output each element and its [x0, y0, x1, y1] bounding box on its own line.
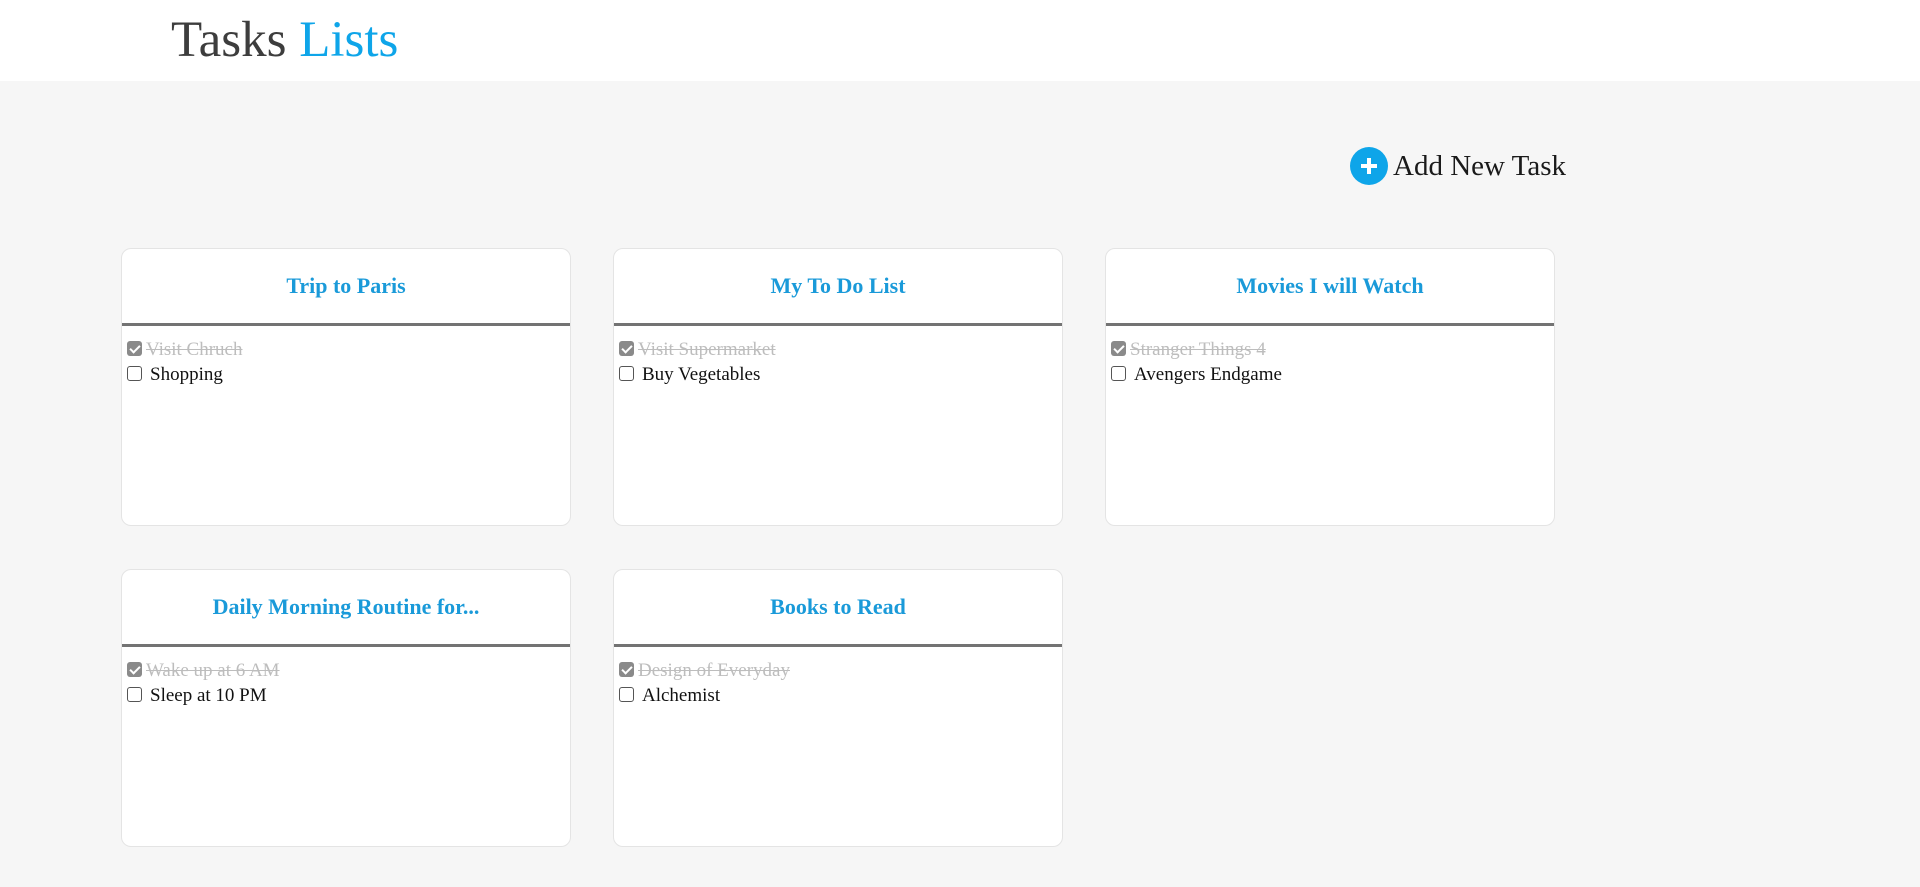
- task-item-done: Visit Supermarket: [619, 337, 1062, 362]
- card-title[interactable]: My To Do List: [770, 273, 905, 299]
- task-item-done: Visit Chruch: [127, 337, 570, 362]
- card-header: Movies I will Watch: [1106, 249, 1554, 326]
- task-text: Visit Supermarket: [638, 338, 776, 360]
- task-item-done: Wake up at 6 AM: [127, 658, 570, 683]
- task-list-card[interactable]: Movies I will Watch Stranger Things 4 Av…: [1105, 248, 1555, 526]
- task-item-done: Design of Everyday: [619, 658, 1062, 683]
- card-header: My To Do List: [614, 249, 1062, 326]
- task-item: Buy Vegetables: [619, 362, 1062, 387]
- app-header: Tasks Lists: [0, 0, 1920, 81]
- task-list: Visit Supermarket Buy Vegetables: [614, 326, 1062, 387]
- task-checkbox-checked[interactable]: [619, 661, 634, 677]
- task-text: Design of Everyday: [638, 659, 790, 681]
- task-text: Sleep at 10 PM: [150, 684, 267, 706]
- task-checkbox-checked[interactable]: [1111, 340, 1126, 356]
- task-list: Stranger Things 4 Avengers Endgame: [1106, 326, 1554, 387]
- task-checkbox-checked[interactable]: [619, 340, 634, 356]
- task-item: Sleep at 10 PM: [127, 683, 570, 708]
- task-text: Shopping: [150, 363, 223, 385]
- plus-circle-icon[interactable]: [1350, 147, 1388, 185]
- task-item: Alchemist: [619, 683, 1062, 708]
- task-text: Visit Chruch: [146, 338, 243, 360]
- task-text: Buy Vegetables: [642, 363, 761, 385]
- app-title-part2: Lists: [299, 12, 399, 68]
- task-checkbox[interactable]: [127, 686, 142, 702]
- task-list: Design of Everyday Alchemist: [614, 647, 1062, 708]
- task-checkbox-checked[interactable]: [127, 340, 142, 356]
- task-checkbox[interactable]: [1111, 365, 1126, 381]
- task-checkbox[interactable]: [619, 365, 634, 381]
- card-header: Books to Read: [614, 570, 1062, 647]
- add-new-task-label[interactable]: Add New Task: [1393, 150, 1566, 183]
- task-list: Visit Chruch Shopping: [122, 326, 570, 387]
- task-text: Stranger Things 4: [1130, 338, 1266, 360]
- task-text: Avengers Endgame: [1134, 363, 1282, 385]
- task-list-card[interactable]: Daily Morning Routine for... Wake up at …: [121, 569, 571, 847]
- task-checkbox[interactable]: [127, 365, 142, 381]
- card-header: Trip to Paris: [122, 249, 570, 326]
- task-item-done: Stranger Things 4: [1111, 337, 1554, 362]
- task-checkbox-checked[interactable]: [127, 661, 142, 677]
- task-list: Wake up at 6 AM Sleep at 10 PM: [122, 647, 570, 708]
- card-title[interactable]: Daily Morning Routine for...: [213, 594, 480, 620]
- task-text: Wake up at 6 AM: [146, 659, 280, 681]
- app-title-part1: Tasks: [171, 12, 287, 68]
- add-new-task-button[interactable]: Add New Task: [1350, 147, 1566, 185]
- card-title[interactable]: Trip to Paris: [286, 273, 405, 299]
- task-list-card[interactable]: Books to Read Design of Everyday Alchemi…: [613, 569, 1063, 847]
- task-list-card[interactable]: Trip to Paris Visit Chruch Shopping: [121, 248, 571, 526]
- card-title[interactable]: Books to Read: [770, 594, 906, 620]
- task-list-card[interactable]: My To Do List Visit Supermarket Buy Vege…: [613, 248, 1063, 526]
- task-text: Alchemist: [642, 684, 721, 706]
- card-title[interactable]: Movies I will Watch: [1236, 273, 1423, 299]
- app-title: Tasks Lists: [171, 9, 398, 71]
- task-item: Avengers Endgame: [1111, 362, 1554, 387]
- task-checkbox[interactable]: [619, 686, 634, 702]
- card-header: Daily Morning Routine for...: [122, 570, 570, 647]
- task-item: Shopping: [127, 362, 570, 387]
